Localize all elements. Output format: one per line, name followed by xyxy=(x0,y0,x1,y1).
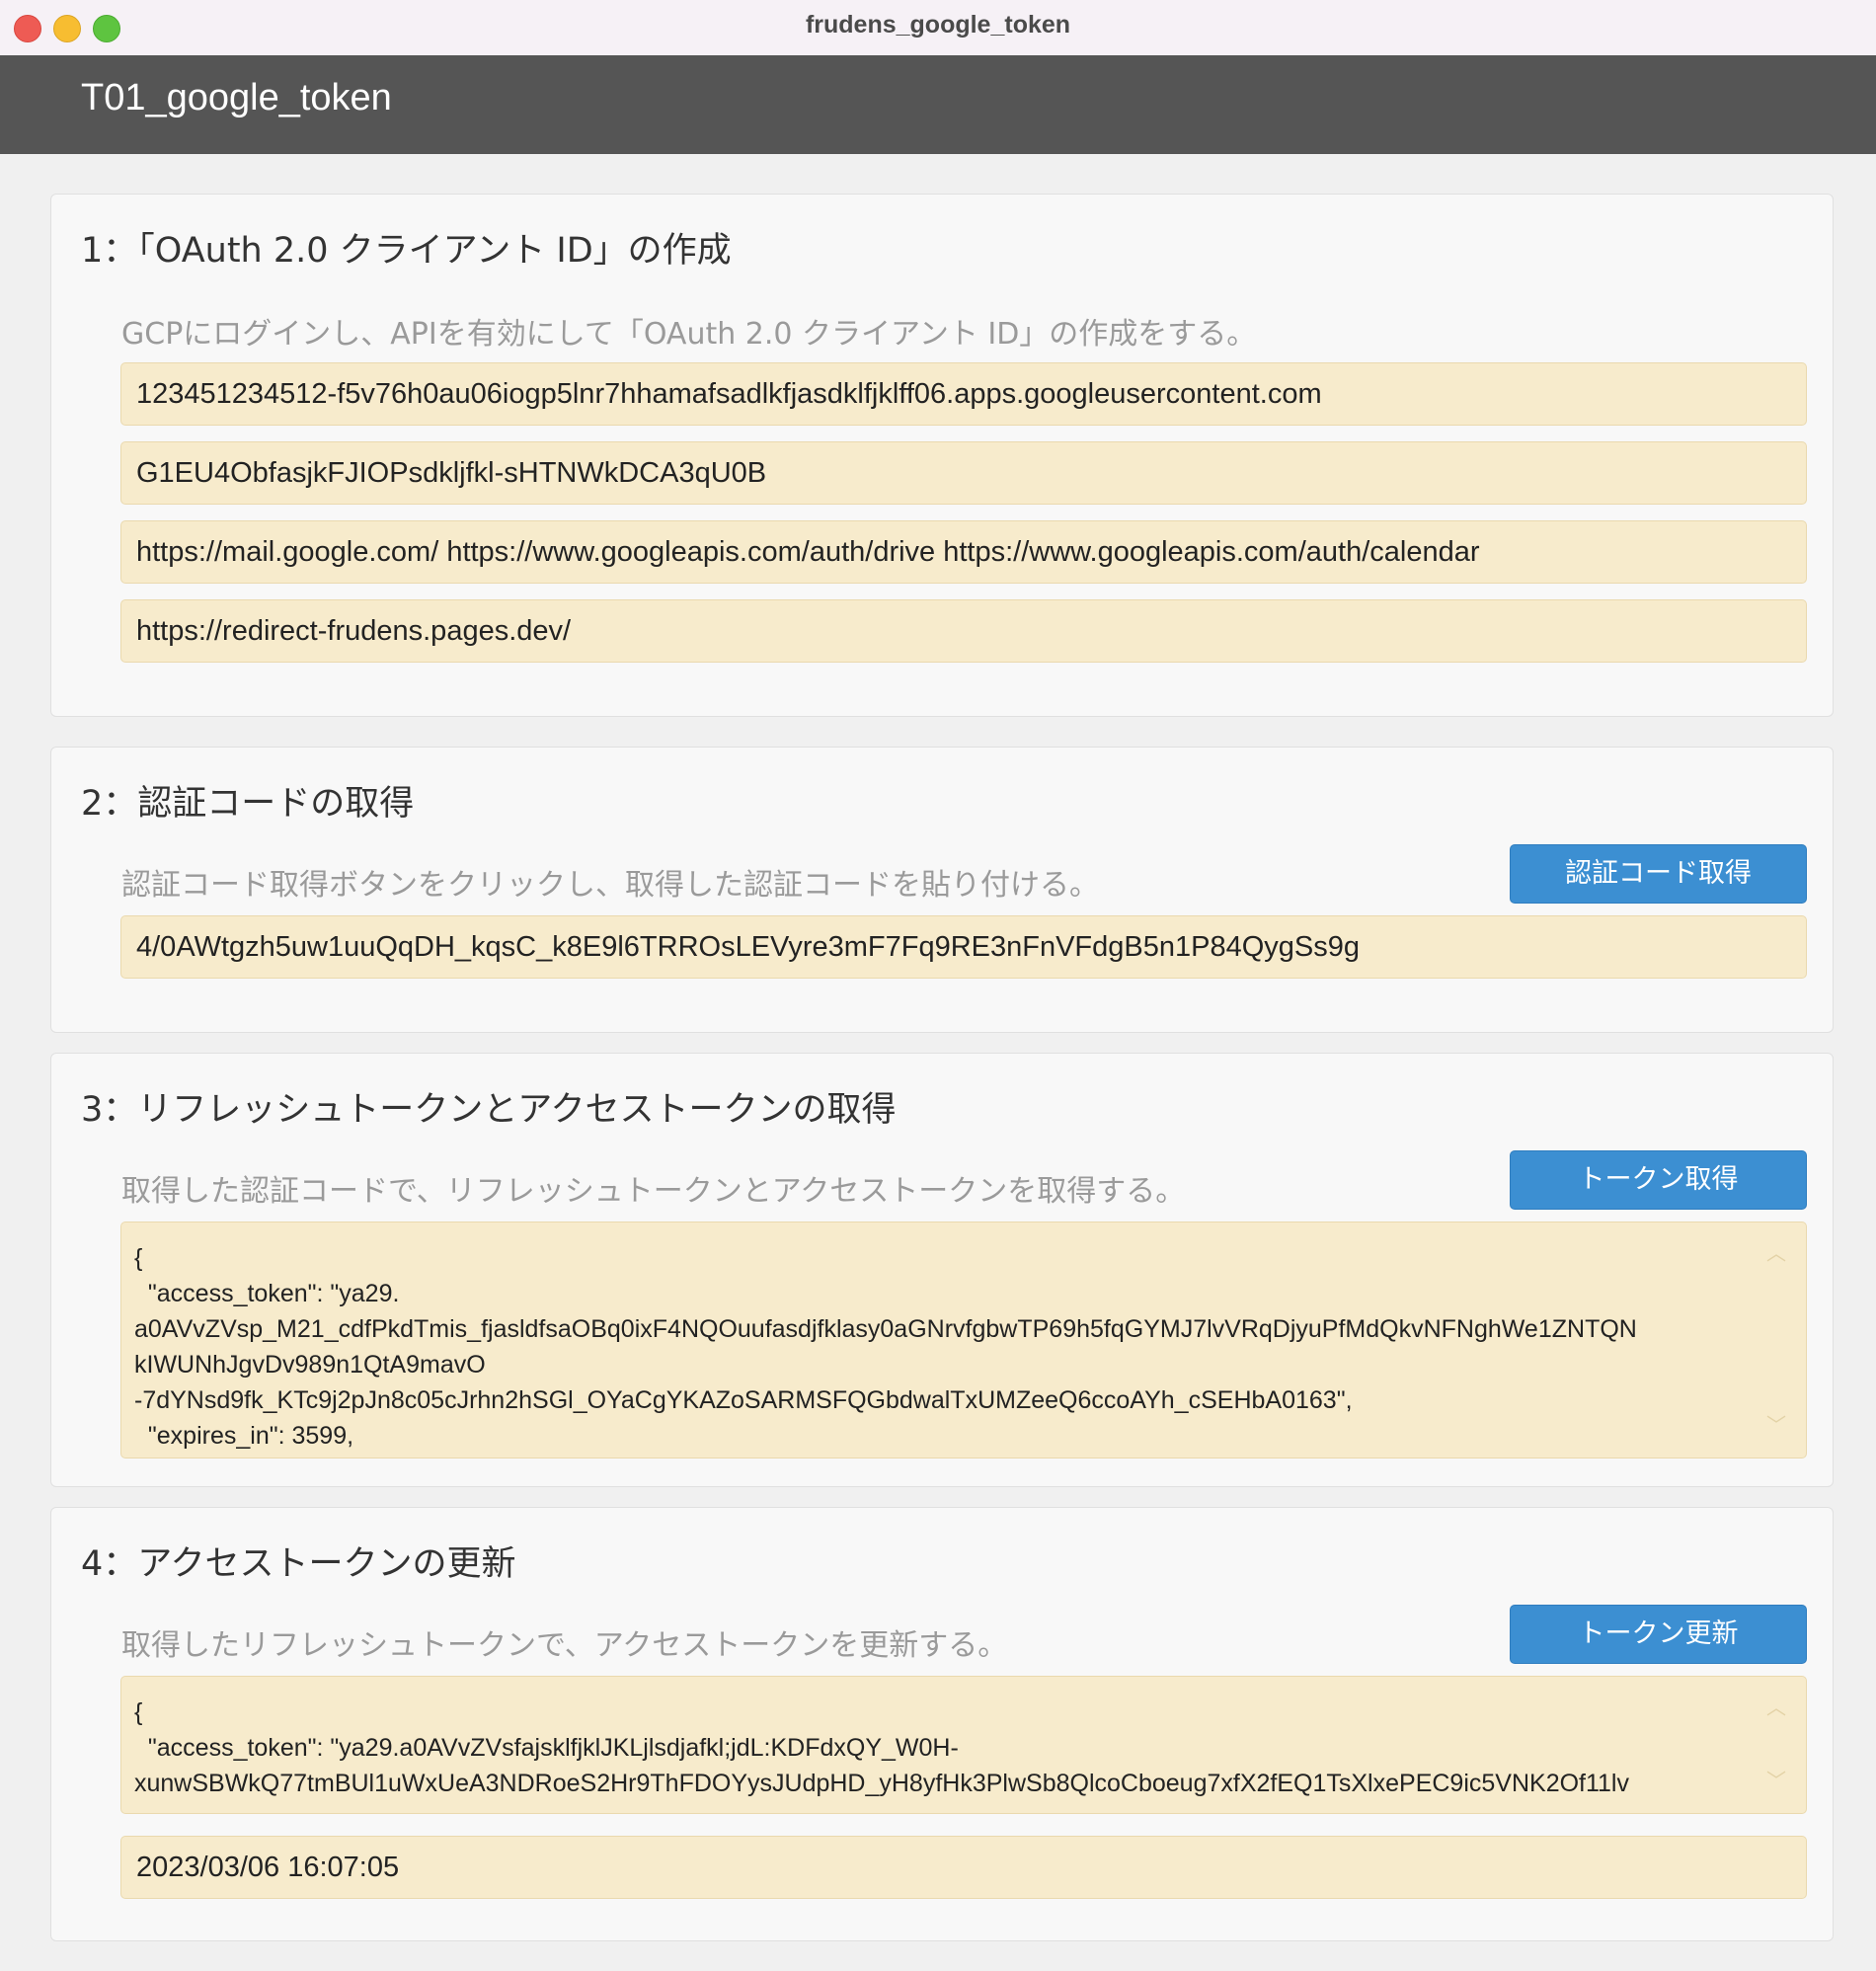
window-title: frudens_google_token xyxy=(805,11,1071,39)
section-description: 認証コード取得ボタンをクリックし、取得した認証コードを貼り付ける。 xyxy=(121,868,1099,903)
chevron-up-icon[interactable]: ︿ xyxy=(1766,1236,1786,1272)
textarea-line: "expires_in": 3599, xyxy=(134,1422,354,1450)
refresh-response-textarea[interactable]: { "access_token": "ya29.a0AVvZVsfajsklfj… xyxy=(120,1676,1807,1814)
textarea-line: "access_token": "ya29. xyxy=(134,1280,400,1307)
section-refresh-token: 4：アクセストークンの更新 取得したリフレッシュトークンで、アクセストークンを更… xyxy=(50,1507,1834,1941)
app-header: T01_google_token xyxy=(0,55,1876,154)
textarea-line: a0AVvZVsp_M21_cdfPkdTmis_fjasldfsaOBq0ix… xyxy=(134,1315,1637,1343)
section-description: 取得したリフレッシュトークンで、アクセストークンを更新する。 xyxy=(121,1628,1008,1663)
refresh-token-button[interactable]: トークン更新 xyxy=(1510,1605,1807,1664)
app-title: T01_google_token xyxy=(81,77,392,118)
section-title: 4：アクセストークンの更新 xyxy=(81,1544,516,1584)
textarea-line: "access_token": "ya29.a0AVvZVsfajsklfjkl… xyxy=(134,1734,959,1762)
token-timestamp-field[interactable]: 2023/03/06 16:07:05 xyxy=(120,1836,1807,1899)
app-window: frudens_google_token T01_google_token 1：… xyxy=(0,0,1876,1971)
textarea-line: xunwSBWkQ77tmBUl1uWxUeA3NDRoeS2Hr9ThFDOY… xyxy=(134,1770,1629,1797)
get-auth-code-button[interactable]: 認証コード取得 xyxy=(1510,844,1807,904)
section-description: 取得した認証コードで、リフレッシュトークンとアクセストークンを取得する。 xyxy=(121,1174,1186,1209)
auth-code-field[interactable]: 4/0AWtgzh5uw1uuQqDH_kqsC_k8E9l6TRROsLEVy… xyxy=(120,915,1807,979)
chevron-down-icon[interactable]: ﹀ xyxy=(1766,1408,1786,1444)
chevron-up-icon[interactable]: ︿ xyxy=(1766,1691,1786,1726)
redirect-uri-field[interactable]: https://redirect-frudens.pages.dev/ xyxy=(120,599,1807,663)
section-title: 1：「OAuth 2.0 クライアント ID」の作成 xyxy=(81,231,732,271)
textarea-line: { xyxy=(134,1698,143,1726)
chevron-down-icon[interactable]: ﹀ xyxy=(1766,1764,1786,1799)
section-description: GCPにログインし、APIを有効にして「OAuth 2.0 クライアント ID」… xyxy=(121,317,1257,352)
window-titlebar: frudens_google_token xyxy=(0,0,1876,56)
section-title: 3：リフレッシュトークンとアクセストークンの取得 xyxy=(81,1090,897,1130)
client-id-field[interactable]: 123451234512-f5v76h0au06iogp5lnr7hhamafs… xyxy=(120,362,1807,426)
section-title: 2：認証コードの取得 xyxy=(81,784,415,824)
textarea-line: kIWUNhJgvDv989n1QtA9mavO xyxy=(134,1351,486,1379)
section-auth-code: 2：認証コードの取得 認証コード取得ボタンをクリックし、取得した認証コードを貼り… xyxy=(50,747,1834,1033)
get-token-button[interactable]: トークン取得 xyxy=(1510,1150,1807,1210)
section-oauth-client: 1：「OAuth 2.0 クライアント ID」の作成 GCPにログインし、API… xyxy=(50,194,1834,717)
section-get-tokens: 3：リフレッシュトークンとアクセストークンの取得 取得した認証コードで、リフレッ… xyxy=(50,1053,1834,1487)
client-secret-field[interactable]: G1EU4ObfasjkFJIOPsdkljfkl-sHTNWkDCA3qU0B xyxy=(120,441,1807,505)
textarea-line: -7dYNsd9fk_KTc9j2pJn8c05cJrhn2hSGl_OYaCg… xyxy=(134,1386,1353,1414)
token-response-textarea[interactable]: { "access_token": "ya29. a0AVvZVsp_M21_c… xyxy=(120,1222,1807,1459)
textarea-line: { xyxy=(134,1244,143,1272)
scope-field[interactable]: https://mail.google.com/ https://www.goo… xyxy=(120,520,1807,584)
